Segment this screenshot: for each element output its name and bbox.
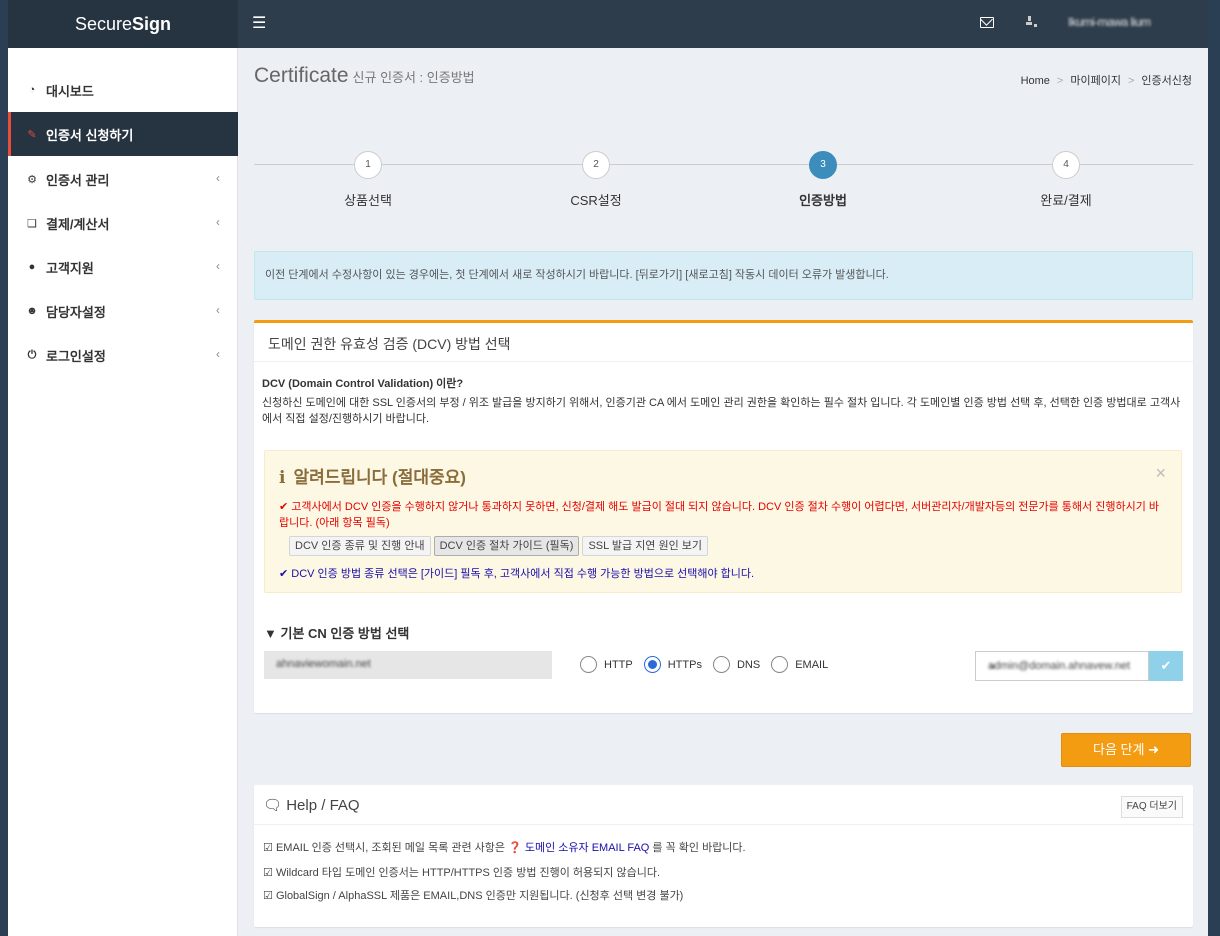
step-circle: 3 <box>809 151 837 179</box>
sidebar-item-label: 고객지원 <box>46 260 94 276</box>
step-4: 4 완료/결제 <box>956 151 1176 209</box>
sidebar: ◔ 대시보드 ✎ 인증서 신청하기 ⚙ 인증서 관리 ‹ ❏ 결제/계산서 ‹ … <box>8 48 238 936</box>
warning-blue-text: ✔ DCV 인증 방법 종류 선택은 [가이드] 필독 후, 고객사에서 직접 … <box>279 568 755 580</box>
help-line: ☑ Wildcard 타입 도메인 인증서는 HTTP/HTTPS 인증 방법 … <box>263 867 660 879</box>
confirm-check-button[interactable]: ✔ <box>1149 651 1183 681</box>
step-2: 2 CSR설정 <box>486 151 706 209</box>
gears-icon: ⚙ <box>27 173 37 186</box>
warning-alert: i 알려드립니다 (절대중요) × ✔ 고객사에서 DCV 인증을 수행하지 않거… <box>264 450 1182 593</box>
email-select[interactable]: admin@domain.ahnavew.net ⌄ <box>975 651 1149 681</box>
radio-label: DNS <box>736 658 761 671</box>
radio-label: HTTP <box>604 658 633 671</box>
dcv-method-radios: HTTP HTTPs DNS EMAIL <box>580 656 839 673</box>
dcv-description: 신청하신 도메인에 대한 SSL 인증서의 부정 / 위조 발급을 방지하기 위… <box>262 397 1181 425</box>
page-title: Certificate 신규 인증서 : 인증방법 <box>254 64 475 87</box>
users-icon: ☻ <box>26 305 38 317</box>
box-title: 도메인 권한 유효성 검증 (DCV) 방법 선택 <box>268 336 511 352</box>
sidebar-item-certificate-management[interactable]: ⚙ 인증서 관리 ‹ <box>8 157 238 201</box>
sidebar-item-label: 담당자설정 <box>46 304 106 320</box>
chevron-left-icon: ‹ <box>216 215 220 229</box>
logo[interactable]: SecureSign <box>8 0 238 48</box>
chevron-left-icon: ‹ <box>216 259 220 273</box>
step-label: CSR설정 <box>570 193 622 208</box>
user-name[interactable]: Ikumi-mawa lium <box>1068 15 1151 29</box>
comments-icon: ● <box>28 261 36 273</box>
warning-title: i 알려드립니다 (절대중요) <box>279 468 466 488</box>
ssl-delay-button[interactable]: SSL 발급 지연 원인 보기 <box>582 536 709 556</box>
info-icon: i <box>279 468 286 488</box>
chevron-left-icon: ‹ <box>216 347 220 361</box>
checkbox-icon: ☑ <box>263 867 273 879</box>
faq-more-button[interactable]: FAQ 더보기 <box>1120 796 1183 818</box>
step-label: 완료/결제 <box>1040 193 1092 208</box>
user-avatar-icon[interactable] <box>1026 16 1038 28</box>
help-title: 🗨 Help / FAQ <box>263 797 360 814</box>
next-step-button[interactable]: 다음 단계 ➜ <box>1061 733 1191 767</box>
chevron-left-icon: ‹ <box>216 171 220 185</box>
dcv-guide-button[interactable]: DCV 인증 절차 가이드 (필독) <box>433 536 580 556</box>
domain-field: ahnaviewomain.net <box>264 651 552 679</box>
sidebar-item-label: 로그인설정 <box>46 348 106 364</box>
breadcrumb: Home > 마이페이지 > 인증서신청 <box>1020 75 1192 87</box>
step-label: 인증방법 <box>799 193 847 208</box>
step-3: 3 인증방법 <box>713 151 933 209</box>
sidebar-item-login-settings[interactable]: ⏻ 로그인설정 ‹ <box>8 333 238 377</box>
mail-icon[interactable] <box>980 17 994 28</box>
sidebar-item-label: 결제/계산서 <box>46 216 110 232</box>
sidebar-item-label: 인증서 관리 <box>46 172 110 188</box>
step-circle: 1 <box>354 151 382 179</box>
dashboard-icon: ◔ <box>28 84 36 96</box>
guide-buttons: DCV 인증 종류 및 진행 안내 DCV 인증 절차 가이드 (필독) SSL… <box>289 536 709 556</box>
breadcrumb-current: 인증서신청 <box>1141 75 1192 87</box>
dcv-question: DCV (Domain Control Validation) 이란? <box>262 378 464 390</box>
power-icon: ⏻ <box>27 348 37 361</box>
checkbox-icon: ☑ <box>263 890 273 902</box>
hamburger-icon[interactable]: ☰ <box>252 14 266 34</box>
radio-email[interactable] <box>771 656 789 673</box>
radio-label: EMAIL <box>795 658 829 671</box>
help-box: 🗨 Help / FAQ FAQ 더보기 ☑ EMAIL 인증 선택시, 조회된… <box>254 785 1193 927</box>
info-alert: 이전 단계에서 수정사항이 있는 경우에는, 첫 단계에서 새로 작성하시기 바… <box>254 251 1193 300</box>
chevron-left-icon: ‹ <box>216 303 220 317</box>
breadcrumb-home[interactable]: Home <box>1021 75 1050 87</box>
top-header: SecureSign ☰ Ikumi-mawa lium <box>8 0 1208 48</box>
sidebar-item-contacts[interactable]: ☻ 담당자설정 ‹ <box>8 289 238 333</box>
arrow-right-icon: ➜ <box>1148 742 1159 757</box>
copy-icon: ❏ <box>27 217 37 230</box>
radio-http[interactable] <box>580 656 597 673</box>
sidebar-item-label: 대시보드 <box>46 83 94 99</box>
email-faq-link[interactable]: ❓ 도메인 소유자 EMAIL FAQ <box>508 842 649 854</box>
sidebar-item-dashboard[interactable]: ◔ 대시보드 <box>8 68 238 112</box>
divider <box>254 824 1193 825</box>
breadcrumb-mypage[interactable]: 마이페이지 <box>1070 75 1121 87</box>
app-frame: SecureSign ☰ Ikumi-mawa lium ◔ 대시보드 ✎ 인증… <box>8 0 1208 936</box>
step-circle: 2 <box>582 151 610 179</box>
radio-https[interactable] <box>643 656 661 673</box>
radio-dns[interactable] <box>712 656 730 673</box>
checkbox-icon: ☑ <box>263 842 273 854</box>
help-line: ☑ EMAIL 인증 선택시, 조회된 메일 목록 관련 사항은 ❓ 도메인 소… <box>263 842 746 854</box>
sidebar-item-label: 인증서 신청하기 <box>46 127 134 143</box>
sidebar-item-support[interactable]: ● 고객지원 ‹ <box>8 245 238 289</box>
cn-method-title: ▼ 기본 CN 인증 방법 선택 <box>264 626 410 641</box>
radio-label: HTTPs <box>667 658 702 671</box>
warning-red-text: ✔ 고객사에서 DCV 인증을 수행하지 않거나 통과하지 못하면, 신청/결제… <box>279 501 1159 529</box>
comment-icon: 🗨 <box>263 797 283 814</box>
edit-icon: ✎ <box>27 128 37 141</box>
dcv-types-button[interactable]: DCV 인증 종류 및 진행 안내 <box>289 536 431 556</box>
step-label: 상품선택 <box>344 193 392 208</box>
check-icon: ✔ <box>279 568 292 580</box>
sidebar-item-apply-certificate[interactable]: ✎ 인증서 신청하기 <box>8 112 238 156</box>
page-subtitle: 신규 인증서 : 인증방법 <box>352 70 475 85</box>
step-1: 1 상품선택 <box>258 151 478 209</box>
sidebar-item-payment[interactable]: ❏ 결제/계산서 ‹ <box>8 201 238 245</box>
chevron-down-icon: ⌄ <box>988 659 998 671</box>
help-line: ☑ GlobalSign / AlphaSSL 제품은 EMAIL,DNS 인증… <box>263 890 684 902</box>
dcv-box: 도메인 권한 유효성 검증 (DCV) 방법 선택 DCV (Domain Co… <box>254 320 1193 713</box>
step-circle: 4 <box>1052 151 1080 179</box>
divider <box>254 361 1193 362</box>
question-circle-icon: ❓ <box>508 842 522 854</box>
close-icon[interactable]: × <box>1155 463 1166 484</box>
